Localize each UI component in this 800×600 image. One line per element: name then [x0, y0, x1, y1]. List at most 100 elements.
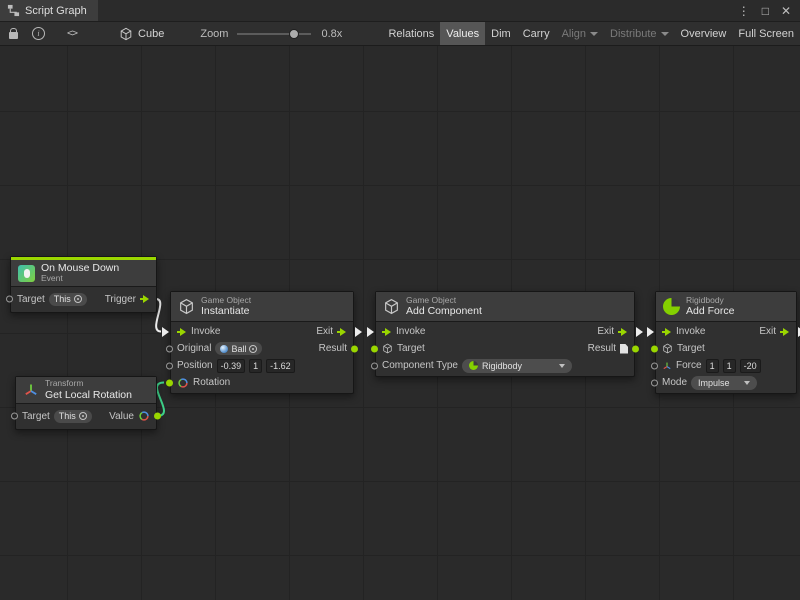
- invoke-flow-in-icon[interactable]: [382, 327, 392, 336]
- flow-connector-in[interactable]: [367, 327, 374, 337]
- result-output-port[interactable]: [351, 345, 358, 352]
- node-add-component[interactable]: Game Object Add Component Invoke Exit: [375, 291, 635, 377]
- rotation-input-port[interactable]: [166, 379, 173, 386]
- relations-button[interactable]: Relations: [382, 22, 440, 45]
- ball-object-icon: [220, 345, 228, 353]
- target-input-port[interactable]: [371, 345, 378, 352]
- force-z-field[interactable]: -20: [740, 359, 761, 373]
- force-label: Force: [676, 360, 702, 371]
- result-label: Result: [319, 343, 347, 354]
- info-icon[interactable]: i: [32, 27, 45, 40]
- position-z-field[interactable]: -1.62: [266, 359, 295, 373]
- node-on-mouse-down[interactable]: On Mouse Down Event Target This Trigger: [10, 256, 157, 313]
- exit-flow-out-icon[interactable]: [337, 327, 347, 336]
- flow-connector-out[interactable]: [355, 327, 362, 337]
- zoom-slider-knob[interactable]: [289, 29, 299, 39]
- value-output-port[interactable]: [154, 413, 161, 420]
- force-x-field[interactable]: 1: [706, 359, 719, 373]
- position-input-port[interactable]: [166, 362, 173, 369]
- vector-axes-icon: [662, 361, 672, 371]
- lock-icon[interactable]: [9, 32, 18, 39]
- node-subtitle: Event: [41, 274, 119, 284]
- overview-button[interactable]: Overview: [675, 22, 733, 45]
- graph-toolbar: i <> Cube Zoom 0.8x Relations Values Dim…: [0, 22, 800, 46]
- align-dropdown[interactable]: Align: [556, 22, 604, 45]
- original-label: Original: [177, 343, 211, 354]
- zoom-slider[interactable]: [237, 28, 311, 40]
- target-label: Target: [677, 343, 705, 354]
- node-category: Transform: [45, 379, 132, 389]
- value-label: Value: [109, 411, 134, 422]
- invoke-flow-in-icon[interactable]: [177, 327, 187, 336]
- node-add-force[interactable]: Rigidbody Add Force Invoke Exit T: [655, 291, 797, 394]
- force-input-port[interactable]: [651, 362, 658, 369]
- distribute-dropdown[interactable]: Distribute: [604, 22, 674, 45]
- exit-flow-out-icon[interactable]: [780, 327, 790, 336]
- component-doc-icon: [620, 344, 628, 354]
- node-category: Game Object: [201, 296, 251, 306]
- result-output-port[interactable]: [632, 345, 639, 352]
- object-picker-icon[interactable]: [74, 295, 82, 303]
- flow-connector-out[interactable]: [636, 327, 643, 337]
- zoom-label: Zoom: [200, 28, 228, 40]
- component-type-dropdown[interactable]: Rigidbody: [462, 359, 572, 373]
- node-header: On Mouse Down Event: [11, 260, 156, 287]
- node-get-local-rotation[interactable]: Transform Get Local Rotation Target This…: [15, 376, 157, 430]
- original-input-port[interactable]: [166, 345, 173, 352]
- title-bar: Script Graph ⋮ □ ✕: [0, 0, 800, 22]
- rigidbody-icon: [469, 361, 478, 370]
- trigger-flow-out-icon[interactable]: [140, 295, 150, 304]
- exit-label: Exit: [316, 326, 333, 337]
- original-object-chip[interactable]: Ball: [215, 342, 262, 355]
- invoke-flow-in-icon[interactable]: [662, 327, 672, 336]
- mouse-event-icon: [18, 265, 35, 282]
- component-type-value: Rigidbody: [482, 361, 522, 371]
- target-object-chip[interactable]: This: [54, 410, 92, 423]
- target-input-port[interactable]: [651, 345, 658, 352]
- fullscreen-button[interactable]: Full Screen: [732, 22, 800, 45]
- invoke-label: Invoke: [191, 326, 220, 337]
- target-label: Target: [17, 294, 45, 305]
- script-graph-tab[interactable]: Script Graph: [0, 0, 98, 21]
- zoom-value: 0.8x: [321, 28, 342, 40]
- window-title: Script Graph: [25, 5, 87, 17]
- target-value: This: [54, 294, 71, 304]
- node-header: Game Object Instantiate: [171, 292, 353, 322]
- invoke-label: Invoke: [676, 326, 705, 337]
- target-object-chip[interactable]: This: [49, 293, 87, 306]
- mode-value: Impulse: [698, 378, 730, 388]
- port-row-rotation: Rotation: [171, 374, 353, 391]
- exit-label: Exit: [597, 326, 614, 337]
- component-type-input-port[interactable]: [371, 362, 378, 369]
- trigger-label: Trigger: [105, 294, 136, 305]
- exit-flow-out-icon[interactable]: [618, 327, 628, 336]
- flow-connector-in[interactable]: [647, 327, 654, 337]
- object-picker-icon[interactable]: [79, 412, 87, 420]
- graph-canvas[interactable]: On Mouse Down Event Target This Trigger: [0, 46, 800, 600]
- mode-input-port[interactable]: [651, 379, 658, 386]
- port-row-target-result: Target Result: [376, 340, 634, 357]
- target-input-port[interactable]: [6, 296, 13, 303]
- zoom-slider-track[interactable]: [237, 33, 311, 35]
- position-y-field[interactable]: 1: [249, 359, 262, 373]
- node-title: Get Local Rotation: [45, 389, 132, 401]
- values-button[interactable]: Values: [440, 22, 485, 45]
- target-input-port[interactable]: [11, 413, 18, 420]
- node-instantiate[interactable]: Game Object Instantiate Invoke Exit Orig…: [170, 291, 354, 394]
- rotation-gizmo-icon: [138, 410, 150, 422]
- port-row-target: Target: [656, 340, 796, 357]
- mode-dropdown[interactable]: Impulse: [691, 376, 757, 390]
- maximize-icon[interactable]: □: [762, 5, 769, 17]
- result-label: Result: [588, 343, 616, 354]
- code-view-icon[interactable]: <>: [67, 28, 77, 39]
- carry-button[interactable]: Carry: [517, 22, 556, 45]
- flow-connector-in[interactable]: [162, 327, 169, 337]
- dim-button[interactable]: Dim: [485, 22, 517, 45]
- gameobject-mini-icon: [382, 343, 393, 354]
- position-x-field[interactable]: -0.39: [217, 359, 246, 373]
- object-picker-icon[interactable]: [249, 345, 257, 353]
- window-menu-icon[interactable]: ⋮: [738, 5, 750, 17]
- close-icon[interactable]: ✕: [781, 5, 791, 17]
- force-y-field[interactable]: 1: [723, 359, 736, 373]
- port-row-invoke-exit: Invoke Exit: [656, 323, 796, 340]
